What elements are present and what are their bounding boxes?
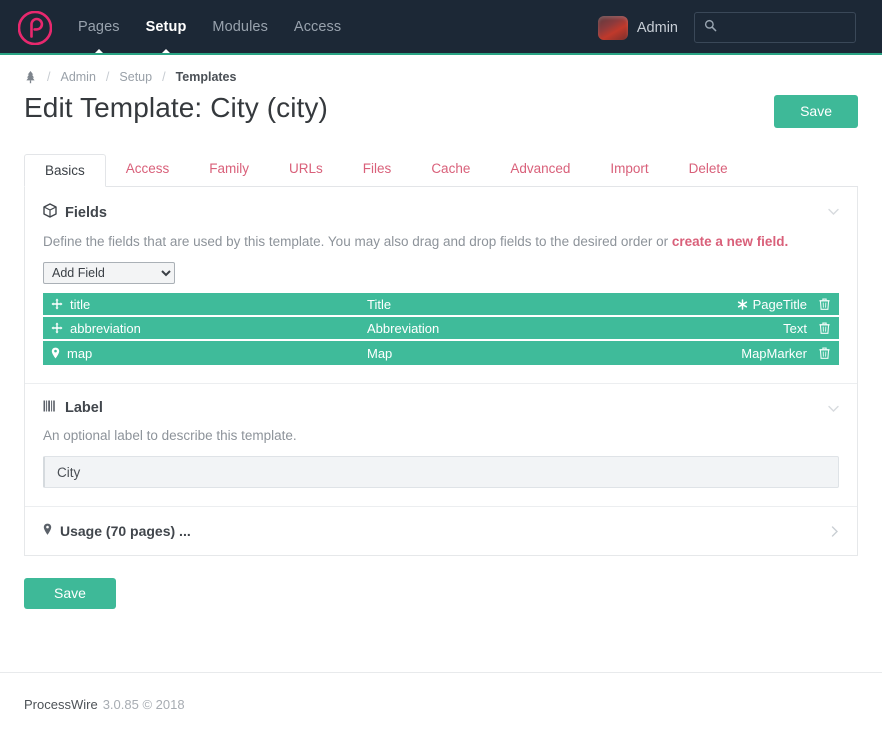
field-label: Map (367, 345, 393, 361)
breadcrumb-item-setup[interactable]: Setup (119, 70, 152, 84)
user-menu[interactable]: Admin (597, 15, 678, 40)
bottom-actions: Save (24, 578, 858, 609)
breadcrumb-item-admin[interactable]: Admin (60, 70, 95, 84)
field-type: Text (783, 320, 807, 336)
tab-basics[interactable]: Basics (24, 154, 106, 187)
nav-item-setup[interactable]: Setup (146, 0, 187, 55)
label-panel-title: Label (65, 400, 103, 416)
trash-icon[interactable] (819, 298, 830, 310)
chevron-right-icon[interactable] (831, 526, 839, 539)
field-name: abbreviation (70, 320, 141, 336)
tab-import[interactable]: Import (590, 153, 668, 186)
tab-advanced[interactable]: Advanced (490, 153, 590, 186)
tab-cache[interactable]: Cache (411, 153, 490, 186)
fields-panel: Fields Define the fields that are used b… (25, 187, 857, 384)
breadcrumb-item-templates[interactable]: Templates (176, 70, 237, 84)
footer-version: 3.0.85 © 2018 (102, 696, 185, 712)
cube-icon (43, 203, 57, 222)
nav-item-access[interactable]: Access (294, 0, 341, 55)
field-name-cell: title (51, 297, 367, 312)
breadcrumb: / Admin / Setup / Templates (24, 55, 858, 84)
nav-item-pages[interactable]: Pages (78, 0, 120, 55)
field-list: title Title PageTitle abbreviation Abbre… (43, 293, 839, 365)
admin-page: Pages Setup Modules Access Admin / Admin… (0, 0, 882, 735)
fields-panel-header: Fields (43, 203, 839, 222)
processwire-logo-icon[interactable] (18, 10, 52, 45)
trash-icon[interactable] (819, 347, 830, 359)
table-row[interactable]: map Map MapMarker (43, 341, 839, 365)
trash-icon[interactable] (819, 322, 830, 334)
arrows-move-icon[interactable] (51, 298, 63, 310)
footer-product-name: ProcessWire (24, 696, 98, 712)
field-type: MapMarker (741, 345, 807, 361)
field-type-cell: Text (783, 321, 807, 336)
masthead-right: Admin (597, 12, 882, 43)
asterisk-icon (737, 298, 748, 310)
tab-bar: Basics Access Family URLs Files Cache Ad… (24, 154, 858, 187)
label-panel: Label An optional label to describe this… (25, 384, 857, 507)
field-name: map (67, 345, 93, 361)
save-button-top[interactable]: Save (774, 95, 858, 128)
masthead: Pages Setup Modules Access Admin (0, 0, 882, 55)
fields-panel-description: Define the fields that are used by this … (43, 234, 839, 249)
page-header: Edit Template: City (city) Save (24, 91, 858, 128)
nav-item-modules[interactable]: Modules (212, 0, 268, 55)
field-label: Title (367, 296, 392, 312)
breadcrumb-separator: / (47, 70, 51, 84)
breadcrumb-separator: / (105, 70, 110, 84)
field-name: title (70, 296, 91, 312)
add-field-select[interactable]: Add Field (43, 262, 175, 284)
field-type: PageTitle (752, 296, 807, 312)
panel-stack: Fields Define the fields that are used b… (24, 187, 858, 556)
create-new-field-link[interactable]: create a new field. (672, 234, 788, 249)
usage-panel-title: Usage (70 pages) ... (60, 523, 191, 539)
tab-delete[interactable]: Delete (669, 153, 748, 186)
usage-panel-header[interactable]: Usage (70 pages) ... (43, 523, 839, 539)
save-button-bottom[interactable]: Save (24, 578, 116, 609)
arrows-move-icon[interactable] (51, 322, 63, 334)
field-name-cell: map (51, 346, 367, 361)
tab-urls[interactable]: URLs (269, 153, 343, 186)
search-icon (704, 19, 717, 37)
field-name-cell: abbreviation (51, 321, 367, 336)
user-avatar (597, 15, 628, 40)
field-type-cell: PageTitle (737, 297, 807, 312)
field-type-cell: MapMarker (741, 346, 807, 361)
main-navigation: Pages Setup Modules Access (78, 0, 341, 55)
tab-files[interactable]: Files (343, 153, 412, 186)
label-panel-header: Label (43, 400, 839, 416)
page-footer: ProcessWire 3.0.85 © 2018 (0, 672, 882, 735)
fields-panel-title: Fields (65, 204, 107, 221)
field-label: Abbreviation (367, 320, 440, 336)
table-row[interactable]: title Title PageTitle (43, 293, 839, 317)
chevron-down-icon[interactable] (828, 205, 839, 218)
fields-description-text: Define the fields that are used by this … (43, 234, 672, 249)
content-area: / Admin / Setup / Templates Edit Templat… (0, 55, 882, 609)
tree-home-icon[interactable] (24, 70, 37, 84)
barcode-icon (43, 400, 57, 416)
map-marker-icon (43, 523, 52, 539)
search-input[interactable] (724, 19, 846, 36)
breadcrumb-separator: / (162, 70, 166, 84)
map-marker-icon[interactable] (51, 347, 60, 359)
user-name: Admin (636, 19, 678, 36)
chevron-down-icon[interactable] (828, 402, 839, 415)
tab-access[interactable]: Access (106, 153, 190, 186)
usage-panel[interactable]: Usage (70 pages) ... (25, 507, 857, 555)
template-label-input[interactable] (43, 456, 839, 488)
tab-family[interactable]: Family (189, 153, 269, 186)
page-title: Edit Template: City (city) (24, 92, 328, 123)
search-box[interactable] (694, 12, 856, 43)
label-panel-description: An optional label to describe this templ… (43, 428, 297, 443)
table-row[interactable]: abbreviation Abbreviation Text (43, 317, 839, 341)
